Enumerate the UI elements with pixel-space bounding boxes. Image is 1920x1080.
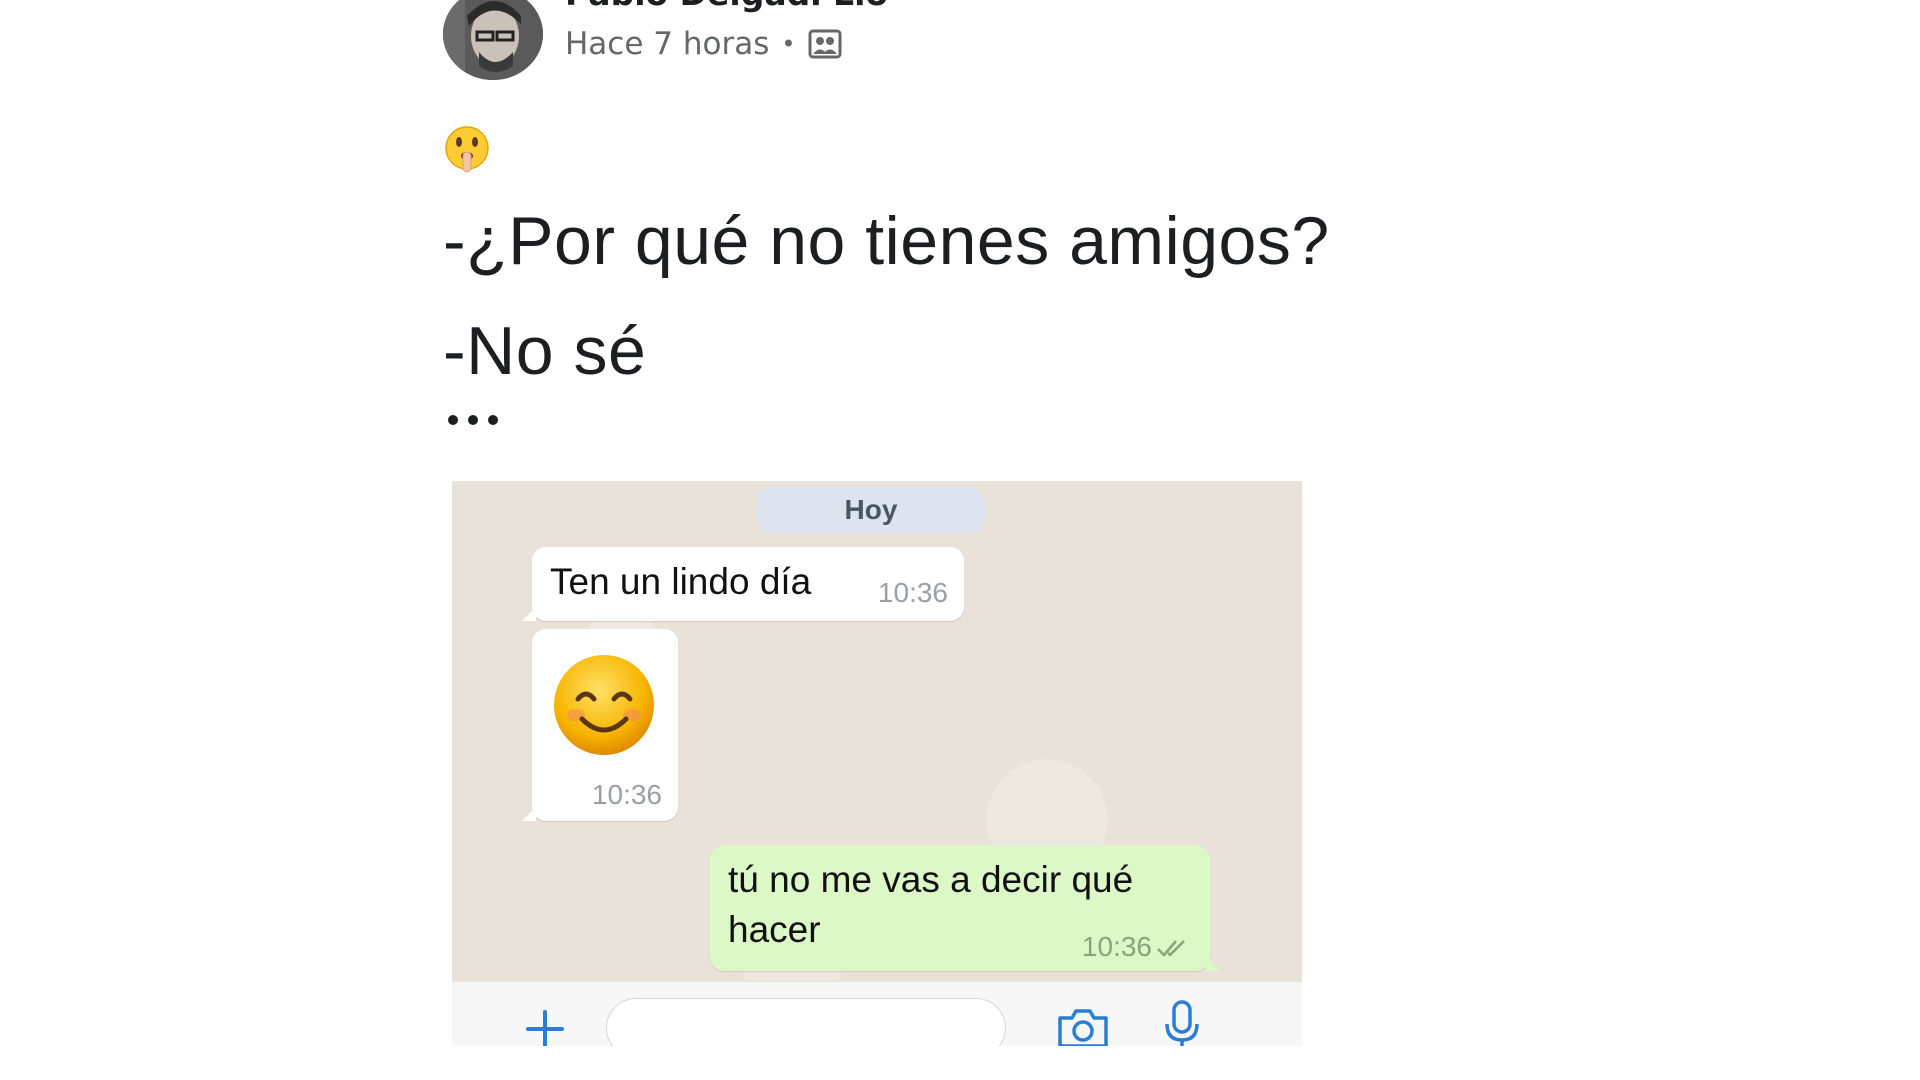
camera-icon[interactable] [1056,1006,1110,1046]
post-meta: Hace 7 horas • [565,26,842,62]
double-check-icon [1157,940,1185,957]
message-input[interactable] [606,998,1006,1046]
microphone-icon[interactable] [1162,1000,1202,1046]
message-text: Ten un lindo día [550,561,812,602]
plus-icon[interactable] [524,1008,566,1046]
whatsapp-screenshot[interactable]: Hoy Ten un lindo día 10:36 10:36 tú no m… [452,481,1302,1046]
post-ellipsis [448,415,498,425]
message-time: 10:36 [591,779,662,810]
more-horizontal-icon[interactable]: • • • [1206,0,1288,9]
post-text-line-1: -¿Por qué no tienes amigos? [443,203,1330,279]
message-time: 10:36 [877,577,948,608]
outgoing-message: tú no me vas a decir qué hacer 10:36 [710,845,1220,971]
ellipsis-dot [448,415,458,425]
avatar[interactable] [443,0,543,80]
meta-separator: • [781,30,796,58]
shushing-face-emoji [445,126,489,173]
incoming-message: Ten un lindo día 10:36 [522,547,964,621]
post-header: Pablo Delgadi Lio Hace 7 horas • • • • [443,0,1298,80]
avatar-photo [443,0,543,80]
ellipsis-dot [468,415,478,425]
friends-icon[interactable] [808,29,842,59]
smiling-face-emoji [554,655,654,755]
chat-input-bar [452,981,1302,1046]
incoming-emoji-message: 10:36 [522,629,678,821]
author-name[interactable]: Pablo Delgadi Lio [565,0,888,13]
date-divider: Hoy [757,487,985,533]
ellipsis-dot [488,415,498,425]
post-text-line-2: -No sé [443,313,647,389]
message-time: 10:36 [1081,931,1152,962]
post-time[interactable]: Hace 7 horas [565,26,769,62]
